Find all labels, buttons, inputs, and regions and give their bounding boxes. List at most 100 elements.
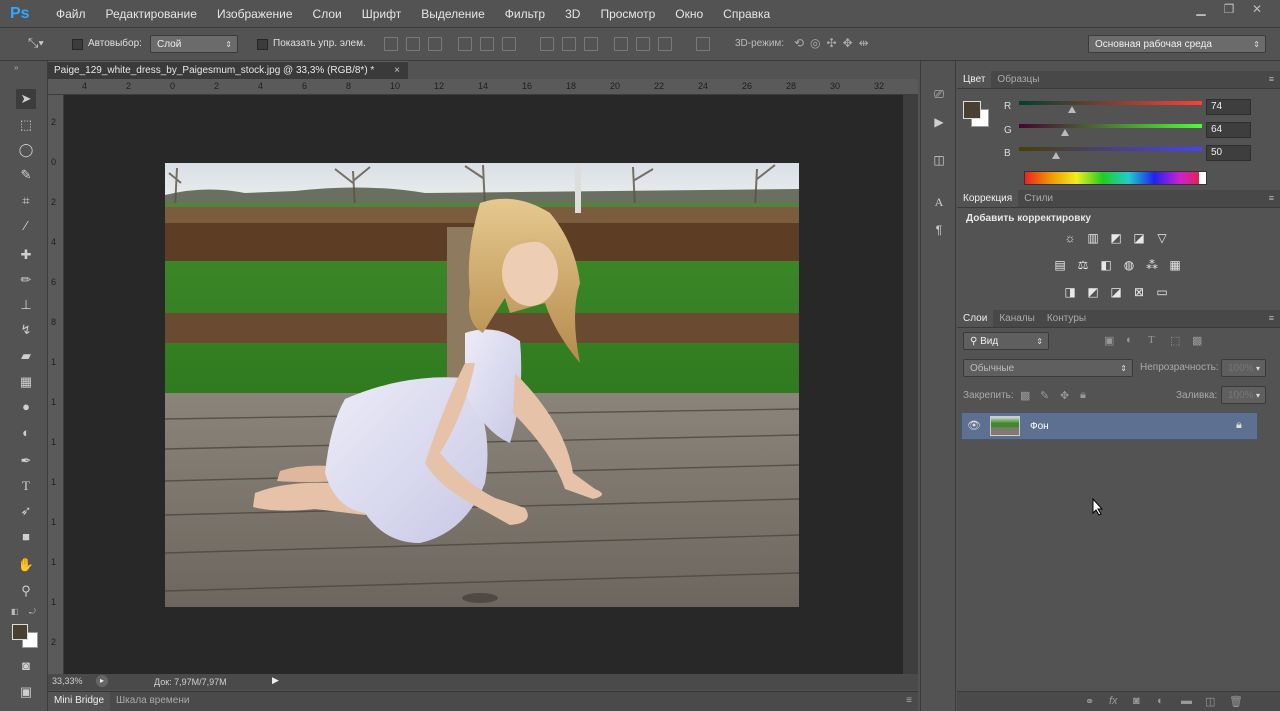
type-tool-icon[interactable]: T: [16, 476, 36, 496]
lock-position-icon[interactable]: ✥: [1060, 389, 1069, 402]
menu-edit[interactable]: Редактирование: [96, 0, 207, 28]
status-menu-arrow-icon[interactable]: ▶: [272, 675, 279, 686]
panel-menu-icon[interactable]: ≡: [1269, 313, 1274, 323]
tab-layers[interactable]: Слои: [957, 310, 994, 327]
color-balance-icon[interactable]: ⚖: [1075, 257, 1091, 273]
show-controls-checkbox[interactable]: [257, 39, 268, 50]
default-colors-icon[interactable]: ◧: [11, 607, 19, 616]
tab-paths[interactable]: Контуры: [1041, 310, 1092, 327]
g-value-field[interactable]: 64: [1206, 122, 1251, 138]
character-panel-icon[interactable]: A: [930, 193, 948, 211]
new-group-icon[interactable]: ▬: [1181, 695, 1192, 707]
filter-type-icon[interactable]: T: [1148, 334, 1155, 346]
fx-icon[interactable]: fx: [1109, 695, 1118, 707]
posterize-icon[interactable]: ◩: [1085, 284, 1101, 300]
gradient-map-icon[interactable]: ▭: [1154, 284, 1170, 300]
restore-icon[interactable]: ❐: [1220, 2, 1238, 16]
tab-channels[interactable]: Каналы: [993, 310, 1041, 327]
distribute-right-icon[interactable]: [658, 37, 672, 51]
invert-icon[interactable]: ◨: [1062, 284, 1078, 300]
b-slider-thumb[interactable]: [1051, 152, 1060, 159]
move-tool-icon[interactable]: ➤: [16, 89, 36, 109]
levels-icon[interactable]: ▥: [1085, 230, 1101, 246]
rectangle-tool-icon[interactable]: ■: [16, 527, 36, 547]
quick-select-tool-icon[interactable]: ✎: [16, 165, 36, 185]
distribute-left-icon[interactable]: [614, 37, 628, 51]
align-right-icon[interactable]: [502, 37, 516, 51]
gradient-tool-icon[interactable]: ▦: [16, 372, 36, 392]
collapse-icon[interactable]: »: [14, 63, 18, 72]
tab-mini-bridge[interactable]: Mini Bridge: [48, 692, 111, 711]
trash-icon[interactable]: 🗑︎: [1229, 695, 1243, 708]
link-layers-icon[interactable]: ⚭: [1085, 695, 1094, 708]
menu-layers[interactable]: Слои: [303, 0, 352, 28]
distribute-top-icon[interactable]: [540, 37, 554, 51]
image-canvas[interactable]: [165, 163, 799, 607]
blend-mode-dropdown[interactable]: Обычные ⇕: [963, 359, 1133, 377]
path-select-tool-icon[interactable]: ➶: [16, 501, 36, 521]
panel-menu-icon[interactable]: ≡: [1269, 193, 1274, 203]
align-hcenter-icon[interactable]: [480, 37, 494, 51]
lasso-tool-icon[interactable]: ◯: [16, 140, 36, 160]
exposure-icon[interactable]: ◪: [1131, 230, 1147, 246]
color-lookup-icon[interactable]: ▦: [1167, 257, 1183, 273]
tab-adjustments[interactable]: Коррекция: [957, 190, 1019, 207]
align-vcenter-icon[interactable]: [406, 37, 420, 51]
channel-mixer-icon[interactable]: ⁂: [1144, 257, 1160, 273]
lock-pixels-icon[interactable]: ✎: [1040, 389, 1049, 402]
blur-tool-icon[interactable]: ●: [16, 397, 36, 417]
menu-window[interactable]: Окно: [665, 0, 713, 28]
eraser-tool-icon[interactable]: ▰: [16, 346, 36, 366]
auto-select-dropdown[interactable]: Слой ⇕: [150, 35, 238, 53]
distribute-vcenter-icon[interactable]: [562, 37, 576, 51]
opacity-field[interactable]: 100% ▾: [1221, 359, 1266, 377]
selective-color-icon[interactable]: ⊠: [1131, 284, 1147, 300]
menu-type[interactable]: Шрифт: [352, 0, 411, 28]
layer-filter-dropdown[interactable]: ⚲ Вид ⇕: [963, 332, 1049, 350]
document-tab[interactable]: Paige_129_white_dress_by_Paigesmum_stock…: [48, 61, 408, 79]
dodge-tool-icon[interactable]: ◐: [16, 423, 36, 443]
foreground-swatch[interactable]: [963, 101, 981, 119]
fill-field[interactable]: 100% ▾: [1221, 386, 1266, 404]
tab-styles[interactable]: Стили: [1018, 190, 1059, 207]
close-icon[interactable]: ✕: [1248, 2, 1266, 16]
new-layer-icon[interactable]: ◫: [1205, 695, 1215, 708]
align-bottom-icon[interactable]: [428, 37, 442, 51]
vibrance-icon[interactable]: ▽: [1154, 230, 1170, 246]
photo-filter-icon[interactable]: ◍: [1121, 257, 1137, 273]
vertical-scrollbar[interactable]: [903, 95, 918, 674]
history-brush-tool-icon[interactable]: ↯: [16, 320, 36, 340]
zoom-level[interactable]: 33,33%: [52, 676, 83, 686]
g-slider-thumb[interactable]: [1060, 129, 1069, 136]
hue-saturation-icon[interactable]: ▤: [1052, 257, 1068, 273]
lock-transparency-icon[interactable]: ▩: [1020, 389, 1030, 402]
panel-menu-icon[interactable]: ≡: [1269, 74, 1274, 84]
auto-align-icon[interactable]: [696, 37, 710, 51]
r-slider-thumb[interactable]: [1068, 106, 1077, 113]
menu-file[interactable]: Файл: [46, 0, 96, 28]
menu-filter[interactable]: Фильтр: [495, 0, 555, 28]
g-slider[interactable]: [1019, 124, 1202, 128]
move-tool-icon[interactable]: ⤡▾: [28, 35, 50, 53]
new-adjustment-layer-icon[interactable]: ◐: [1157, 695, 1164, 707]
align-left-icon[interactable]: [458, 37, 472, 51]
healing-brush-tool-icon[interactable]: ✚: [16, 245, 36, 265]
crop-tool-icon[interactable]: ⌗: [16, 191, 36, 211]
auto-select-checkbox[interactable]: [72, 39, 83, 50]
panel-menu-icon[interactable]: ≡: [906, 695, 912, 706]
status-info-icon[interactable]: ▸: [96, 675, 108, 687]
menu-3d[interactable]: 3D: [555, 0, 590, 28]
quick-mask-icon[interactable]: ◙: [16, 656, 36, 676]
3d-tools-icons[interactable]: ⟲◎✣✥⇹: [794, 36, 875, 50]
spectrum-white-swatch[interactable]: [1199, 172, 1206, 184]
distribute-bottom-icon[interactable]: [584, 37, 598, 51]
tab-swatches[interactable]: Образцы: [991, 71, 1045, 88]
tab-timeline[interactable]: Шкала времени: [116, 695, 189, 706]
brush-tool-icon[interactable]: ✏: [16, 270, 36, 290]
swap-colors-icon[interactable]: ⤾: [29, 607, 36, 617]
workspace-dropdown[interactable]: Основная рабочая среда ⇕: [1088, 35, 1266, 53]
lock-all-icon[interactable]: 🔒︎: [1080, 389, 1086, 402]
distribute-hcenter-icon[interactable]: [636, 37, 650, 51]
add-mask-icon[interactable]: ◙: [1133, 695, 1140, 707]
layer-row[interactable]: 👁︎ Фон 🔒︎: [961, 412, 1258, 440]
